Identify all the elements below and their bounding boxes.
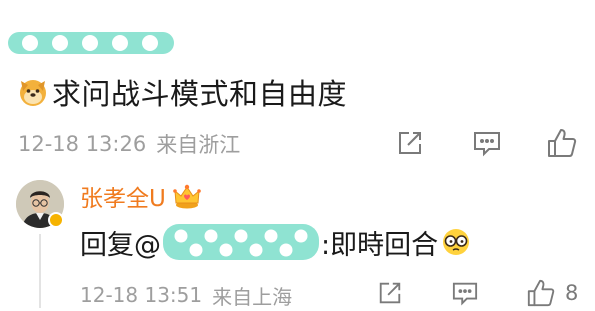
like-count: 8 bbox=[565, 281, 579, 305]
reply-like-button[interactable]: 8 bbox=[526, 278, 578, 308]
comment-meta: 12-18 13:26 来自浙江 bbox=[18, 128, 240, 160]
reply-username[interactable]: 张孝全U bbox=[80, 179, 166, 213]
reply-share-button[interactable] bbox=[377, 280, 403, 306]
vip-crown-icon bbox=[173, 184, 201, 209]
like-icon bbox=[527, 279, 555, 307]
reply-text-row: 回复@ :即時回合 bbox=[80, 220, 471, 264]
comment-button[interactable] bbox=[472, 129, 502, 157]
comment-icon bbox=[452, 282, 478, 306]
reply-meta: 12-18 13:51 来自上海 bbox=[80, 280, 292, 310]
like-icon bbox=[548, 129, 577, 157]
reply-comment-button[interactable] bbox=[451, 280, 479, 306]
comment-time: 12-18 13:26 bbox=[18, 132, 147, 156]
redacted-username bbox=[8, 32, 174, 54]
redacted-mention bbox=[163, 224, 319, 260]
reply-prefix: 回复@ bbox=[80, 229, 161, 261]
reply-suffix: :即時回合 bbox=[321, 229, 439, 261]
comment-text-row: 求问战斗模式和自由度 bbox=[18, 72, 347, 112]
verified-badge-icon bbox=[48, 212, 64, 228]
thread-line bbox=[39, 234, 41, 308]
reply-time: 12-18 13:51 bbox=[80, 283, 203, 307]
reply-username-row: 张孝全U bbox=[80, 180, 202, 212]
reply-location: 来自上海 bbox=[212, 284, 293, 309]
share-button[interactable] bbox=[396, 129, 424, 157]
like-button[interactable] bbox=[546, 127, 578, 159]
comment-text: 求问战斗模式和自由度 bbox=[52, 77, 348, 111]
glasses-emoji-icon bbox=[443, 229, 470, 255]
share-icon bbox=[399, 132, 421, 154]
comment-icon bbox=[474, 132, 500, 157]
share-icon bbox=[379, 282, 401, 304]
dog-emoji-icon bbox=[20, 80, 46, 106]
comment-location: 来自浙江 bbox=[156, 133, 241, 157]
